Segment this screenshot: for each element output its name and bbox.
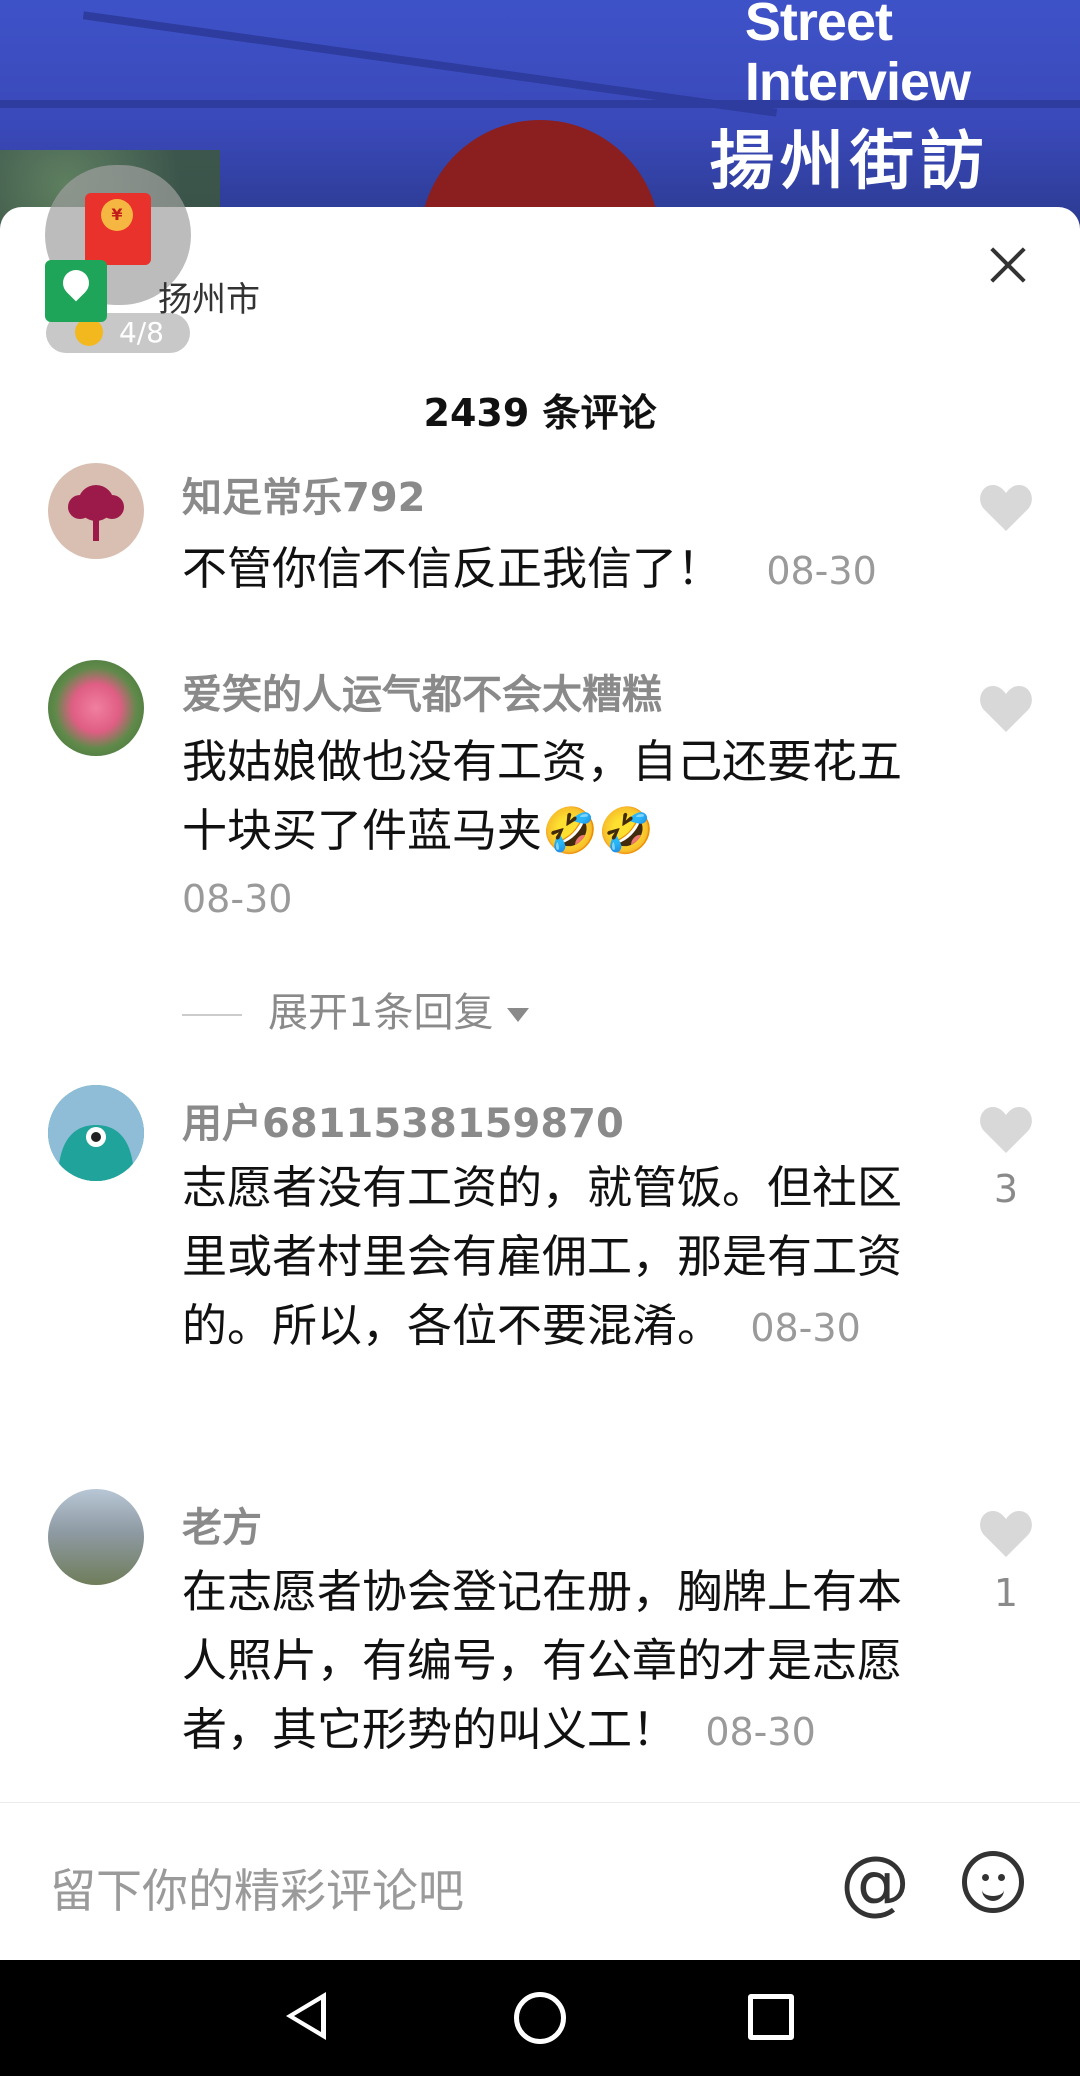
recent-apps-icon[interactable]: [748, 1994, 794, 2040]
at-icon[interactable]: @: [840, 1847, 910, 1917]
expand-replies-button[interactable]: 展开1条回复: [182, 980, 530, 1038]
comment-text: 不管你信不信反正我信了！ 08-30: [182, 534, 962, 606]
comment-text: 我姑娘做也没有工资，自己还要花五十块买了件蓝马夹🤣🤣: [182, 735, 903, 857]
heart-icon: [980, 1511, 1032, 1557]
like-count: 1: [993, 1571, 1019, 1615]
comment-date: 08-30: [766, 549, 877, 593]
map-pin-icon[interactable]: [45, 260, 107, 322]
like-button[interactable]: 1: [978, 1509, 1034, 1615]
comment-list[interactable]: 知足常乐792 不管你信不信反正我信了！ 08-30 爱笑的人运气都不会太糟糕 …: [0, 455, 1080, 1800]
like-button[interactable]: [978, 483, 1034, 545]
comment-username[interactable]: 老方: [182, 1495, 262, 1553]
divider-line: [182, 1014, 242, 1016]
avatar[interactable]: [48, 463, 144, 559]
flower-icon: [68, 485, 124, 541]
comment-date: 08-30: [705, 1710, 816, 1754]
comment-username[interactable]: 用户6811538159870: [182, 1091, 624, 1149]
system-navigation-bar: [0, 1960, 1080, 2076]
avatar[interactable]: [48, 1085, 144, 1181]
heart-icon: [980, 1107, 1032, 1153]
like-button[interactable]: 3: [978, 1105, 1034, 1211]
avatar[interactable]: [48, 660, 144, 756]
comment-count-title: 2439 条评论: [423, 391, 657, 435]
watermark-line-2: Interview: [744, 52, 971, 112]
watermark-chinese: 揚州街訪: [710, 124, 990, 199]
heart-icon: [980, 485, 1032, 531]
watermark-english: Street Interview: [744, 0, 971, 112]
heart-icon: [980, 686, 1032, 732]
comment-username[interactable]: 爱笑的人运气都不会太糟糕: [182, 662, 662, 720]
envelope-seal: ¥: [101, 199, 133, 231]
comment-text: 在志愿者协会登记在册，胸牌上有本人照片，有编号，有公章的才是志愿者，其它形势的叫…: [182, 1557, 922, 1767]
like-button[interactable]: [978, 684, 1034, 746]
comment-input[interactable]: 留下你的精彩评论吧: [50, 1855, 464, 1921]
expand-replies-label: 展开1条回复: [268, 990, 494, 1036]
comment-date: 08-30: [750, 1306, 861, 1350]
comment-text: 志愿者没有工资的，就管饭。但社区里或者村里会有雇佣工，那是有工资的。所以，各位不…: [182, 1153, 922, 1363]
location-city[interactable]: 扬州市: [158, 272, 260, 321]
home-circle-icon[interactable]: [514, 1992, 566, 2044]
monster-icon: [48, 1085, 144, 1181]
comment-username[interactable]: 知足常乐792: [182, 465, 426, 523]
comment-date: 08-30: [182, 877, 293, 921]
comment-input-bar: 留下你的精彩评论吧 @: [0, 1802, 1080, 1961]
avatar[interactable]: [48, 1489, 144, 1585]
back-triangle-icon[interactable]: [286, 1992, 326, 2040]
coin-icon: [75, 318, 103, 346]
close-icon[interactable]: [982, 240, 1032, 290]
emoji-icon[interactable]: [962, 1851, 1024, 1913]
comment-body: 不管你信不信反正我信了！: [182, 542, 723, 595]
watermark-line-1: Street: [744, 0, 893, 52]
like-count: 3: [993, 1167, 1019, 1211]
red-envelope-icon: ¥: [85, 193, 151, 265]
chevron-down-icon: [507, 1008, 530, 1022]
